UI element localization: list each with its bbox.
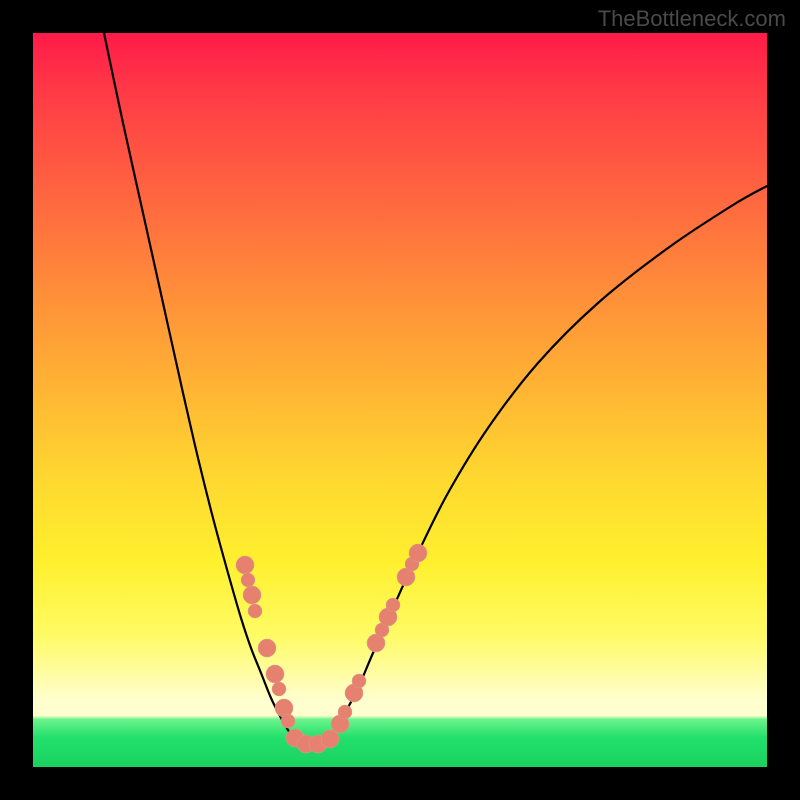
left-curve-line <box>104 33 295 740</box>
bead-marker <box>409 544 427 562</box>
bead-marker <box>266 665 284 683</box>
bead-marker <box>338 705 352 719</box>
bead-marker <box>248 604 262 618</box>
watermark-text: TheBottleneck.com <box>598 6 786 32</box>
bead-marker <box>236 556 254 574</box>
bead-marker <box>258 639 276 657</box>
bead-marker <box>281 714 295 728</box>
chart-svg <box>33 33 767 767</box>
bead-marker <box>352 674 366 688</box>
bead-marker <box>272 682 286 696</box>
chart-plot-area <box>33 33 767 767</box>
bead-marker <box>243 586 261 604</box>
bead-markers <box>236 544 427 753</box>
bead-marker <box>241 573 255 587</box>
bead-marker <box>321 730 339 748</box>
bead-marker <box>386 598 400 612</box>
right-curve-line <box>326 186 767 740</box>
